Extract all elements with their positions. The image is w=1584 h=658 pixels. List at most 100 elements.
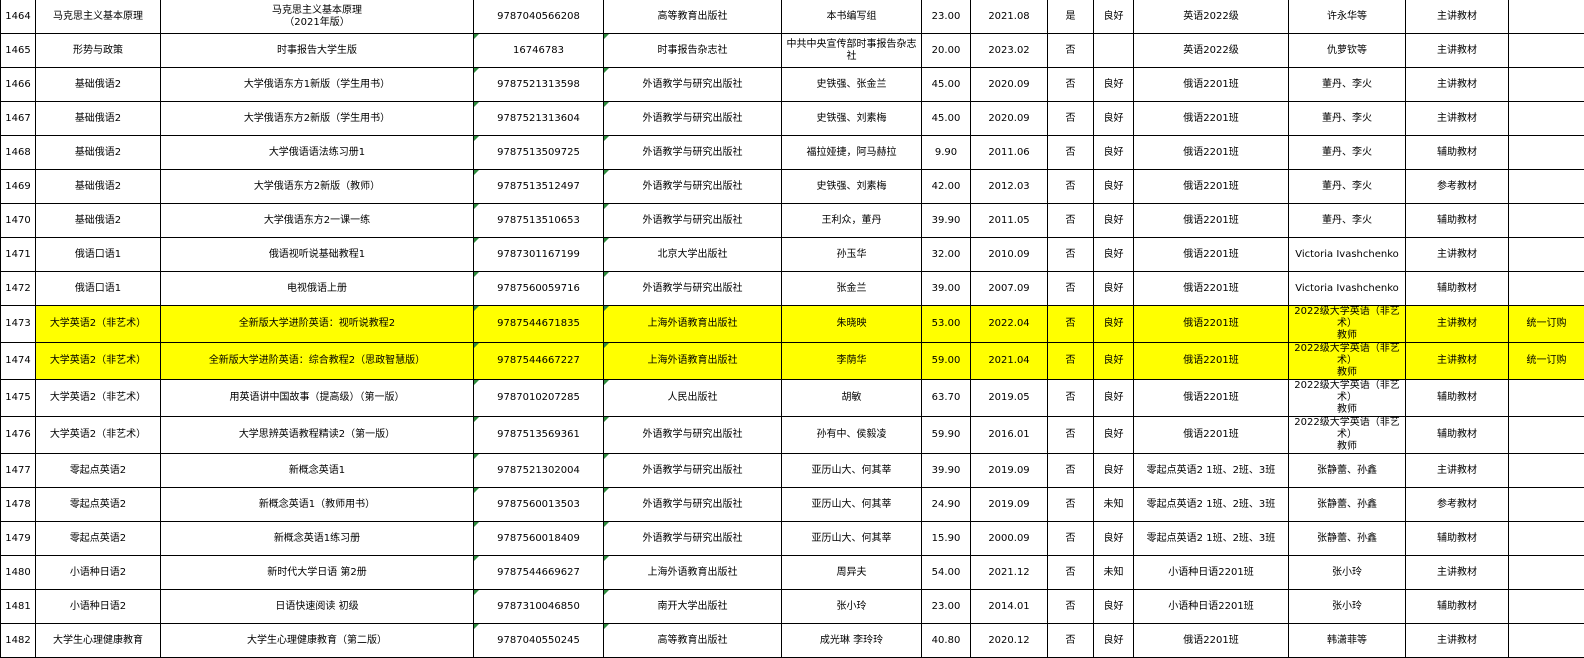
cell-author[interactable]: 史铁强、刘素梅 <box>782 170 922 204</box>
cell-note[interactable] <box>1509 522 1584 556</box>
cell-price[interactable]: 39.90 <box>922 454 971 488</box>
cell-quality[interactable]: 良好 <box>1094 272 1134 306</box>
cell-textbook-title[interactable]: 全新版大学进阶英语：视听说教程2 <box>161 306 474 343</box>
cell-class[interactable]: 零起点英语2 1班、2班、3班 <box>1134 522 1289 556</box>
cell-publish-date[interactable]: 2021.12 <box>971 556 1048 590</box>
cell-class[interactable]: 俄语2201班 <box>1134 136 1289 170</box>
cell-textbook-title[interactable]: 新概念英语1（教师用书） <box>161 488 474 522</box>
cell-material-type[interactable]: 参考教材 <box>1406 488 1509 522</box>
cell-row-number[interactable]: 1473 <box>1 306 36 343</box>
cell-course-name[interactable]: 大学英语2（非艺术） <box>36 343 161 380</box>
cell-flag[interactable]: 否 <box>1048 170 1094 204</box>
cell-quality[interactable]: 良好 <box>1094 238 1134 272</box>
cell-publish-date[interactable]: 2007.09 <box>971 272 1048 306</box>
cell-isbn[interactable]: 9787513510653 <box>474 204 604 238</box>
cell-isbn[interactable]: 9787544669627 <box>474 556 604 590</box>
cell-flag[interactable]: 否 <box>1048 102 1094 136</box>
cell-class[interactable]: 英语2022级 <box>1134 34 1289 68</box>
cell-author[interactable]: 张金兰 <box>782 272 922 306</box>
cell-flag[interactable]: 否 <box>1048 624 1094 658</box>
cell-textbook-title[interactable]: 大学思辨英语教程精读2（第一版） <box>161 417 474 454</box>
cell-author[interactable]: 李荫华 <box>782 343 922 380</box>
cell-publish-date[interactable]: 2019.09 <box>971 454 1048 488</box>
cell-material-type[interactable]: 主讲教材 <box>1406 306 1509 343</box>
cell-isbn[interactable]: 9787521302004 <box>474 454 604 488</box>
cell-quality[interactable]: 良好 <box>1094 380 1134 417</box>
cell-row-number[interactable]: 1470 <box>1 204 36 238</box>
cell-teacher[interactable]: 董丹、李火 <box>1289 170 1406 204</box>
cell-price[interactable]: 53.00 <box>922 306 971 343</box>
cell-price[interactable]: 45.00 <box>922 102 971 136</box>
cell-author[interactable]: 王利众，董丹 <box>782 204 922 238</box>
cell-course-name[interactable]: 基础俄语2 <box>36 136 161 170</box>
cell-flag[interactable]: 否 <box>1048 590 1094 624</box>
cell-flag[interactable]: 否 <box>1048 34 1094 68</box>
cell-isbn[interactable]: 9787301167199 <box>474 238 604 272</box>
cell-note[interactable] <box>1509 624 1584 658</box>
cell-quality[interactable]: 良好 <box>1094 0 1134 34</box>
cell-price[interactable]: 39.90 <box>922 204 971 238</box>
cell-textbook-title[interactable]: 马克思主义基本原理 （2021年版） <box>161 0 474 34</box>
cell-teacher[interactable]: 许永华等 <box>1289 0 1406 34</box>
cell-quality[interactable]: 良好 <box>1094 170 1134 204</box>
cell-publish-date[interactable]: 2021.04 <box>971 343 1048 380</box>
cell-publisher[interactable]: 外语教学与研究出版社 <box>604 68 782 102</box>
cell-textbook-title[interactable]: 大学俄语东方1新版（学生用书） <box>161 68 474 102</box>
cell-author[interactable]: 亚历山大、何其莘 <box>782 488 922 522</box>
cell-flag[interactable]: 否 <box>1048 556 1094 590</box>
cell-material-type[interactable]: 主讲教材 <box>1406 68 1509 102</box>
cell-publish-date[interactable]: 2012.03 <box>971 170 1048 204</box>
cell-material-type[interactable]: 辅助教材 <box>1406 522 1509 556</box>
cell-note[interactable] <box>1509 272 1584 306</box>
cell-quality[interactable]: 未知 <box>1094 556 1134 590</box>
cell-class[interactable]: 俄语2201班 <box>1134 417 1289 454</box>
cell-publisher[interactable]: 南开大学出版社 <box>604 590 782 624</box>
cell-author[interactable]: 中共中央宣传部时事报告杂志 社 <box>782 34 922 68</box>
cell-class[interactable]: 俄语2201班 <box>1134 238 1289 272</box>
cell-row-number[interactable]: 1464 <box>1 0 36 34</box>
cell-publisher[interactable]: 外语教学与研究出版社 <box>604 170 782 204</box>
cell-textbook-title[interactable]: 日语快速阅读 初级 <box>161 590 474 624</box>
cell-price[interactable]: 15.90 <box>922 522 971 556</box>
cell-publisher[interactable]: 上海外语教育出版社 <box>604 306 782 343</box>
cell-publisher[interactable]: 北京大学出版社 <box>604 238 782 272</box>
cell-textbook-title[interactable]: 新概念英语1练习册 <box>161 522 474 556</box>
cell-isbn[interactable]: 9787040550245 <box>474 624 604 658</box>
cell-class[interactable]: 俄语2201班 <box>1134 624 1289 658</box>
cell-price[interactable]: 54.00 <box>922 556 971 590</box>
cell-material-type[interactable]: 主讲教材 <box>1406 624 1509 658</box>
cell-teacher[interactable]: Victoria Ivashchenko <box>1289 272 1406 306</box>
cell-course-name[interactable]: 俄语口语1 <box>36 238 161 272</box>
cell-price[interactable]: 23.00 <box>922 0 971 34</box>
cell-quality[interactable]: 良好 <box>1094 204 1134 238</box>
cell-publisher[interactable]: 外语教学与研究出版社 <box>604 488 782 522</box>
cell-publisher[interactable]: 外语教学与研究出版社 <box>604 272 782 306</box>
cell-price[interactable]: 40.80 <box>922 624 971 658</box>
cell-isbn[interactable]: 16746783 <box>474 34 604 68</box>
cell-isbn[interactable]: 9787513509725 <box>474 136 604 170</box>
cell-flag[interactable]: 否 <box>1048 488 1094 522</box>
cell-publisher[interactable]: 人民出版社 <box>604 380 782 417</box>
cell-author[interactable]: 亚历山大、何其莘 <box>782 522 922 556</box>
cell-quality[interactable]: 良好 <box>1094 102 1134 136</box>
cell-publish-date[interactable]: 2022.04 <box>971 306 1048 343</box>
cell-course-name[interactable]: 大学英语2（非艺术） <box>36 417 161 454</box>
cell-teacher[interactable]: 张静蕾、孙鑫 <box>1289 454 1406 488</box>
cell-price[interactable]: 9.90 <box>922 136 971 170</box>
cell-publisher[interactable]: 外语教学与研究出版社 <box>604 417 782 454</box>
cell-textbook-title[interactable]: 新时代大学日语 第2册 <box>161 556 474 590</box>
cell-material-type[interactable]: 主讲教材 <box>1406 556 1509 590</box>
cell-note[interactable] <box>1509 380 1584 417</box>
cell-course-name[interactable]: 小语种日语2 <box>36 556 161 590</box>
cell-author[interactable]: 胡敏 <box>782 380 922 417</box>
cell-isbn[interactable]: 9787513512497 <box>474 170 604 204</box>
cell-note[interactable] <box>1509 102 1584 136</box>
cell-note[interactable]: 统一订购 <box>1509 343 1584 380</box>
cell-note[interactable] <box>1509 556 1584 590</box>
cell-class[interactable]: 小语种日语2201班 <box>1134 590 1289 624</box>
cell-quality[interactable]: 良好 <box>1094 522 1134 556</box>
cell-textbook-title[interactable]: 全新版大学进阶英语：综合教程2（思政智慧版） <box>161 343 474 380</box>
cell-teacher[interactable]: 2022级大学英语（非艺术） 教师 <box>1289 380 1406 417</box>
cell-teacher[interactable]: 2022级大学英语（非艺术） 教师 <box>1289 343 1406 380</box>
cell-author[interactable]: 孙有中、侯毅凌 <box>782 417 922 454</box>
